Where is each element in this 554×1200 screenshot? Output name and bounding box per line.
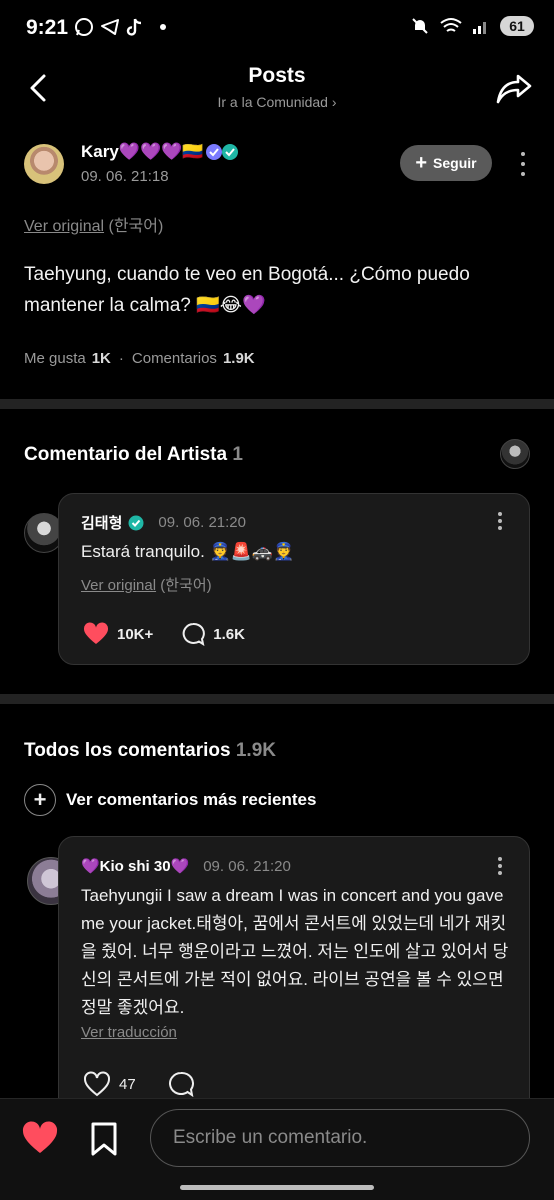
- battery-icon: 61: [500, 16, 534, 36]
- plus-icon: +: [415, 152, 428, 174]
- original-language: (한국어): [108, 218, 164, 235]
- comment-more-icon[interactable]: [497, 857, 503, 875]
- signal-icon: [473, 22, 486, 34]
- artist-avatar-thumb[interactable]: [500, 439, 530, 469]
- view-original-link[interactable]: Ver original: [24, 218, 104, 235]
- artist-comment-header: 김태형 09. 06. 21:20: [81, 512, 246, 533]
- like-post-heart-icon[interactable]: [22, 1121, 58, 1155]
- artist-comment-card: 김태형 09. 06. 21:20 Estará tranquilo. 👮🚨🚓👮…: [58, 493, 530, 665]
- post-date: 09. 06. 21:18: [81, 168, 169, 185]
- bottom-comment-bar: [0, 1098, 554, 1200]
- dot-icon: [160, 24, 166, 30]
- user-comment-header: 💜Kio shi 30💜 09. 06. 21:20: [81, 857, 291, 876]
- post-view-original: Ver original (한국어): [24, 212, 163, 236]
- verified-check-icon: [128, 515, 144, 530]
- author-name-text: Kary💜💜💜🇨🇴: [81, 142, 204, 161]
- section-divider: [0, 399, 554, 409]
- stats-separator: ·: [118, 350, 124, 367]
- artist-reply-count: 1.6K: [213, 625, 245, 643]
- user-comment-text: Taehyungii I saw a dream I was in concer…: [81, 886, 509, 1017]
- tiktok-icon: [126, 18, 142, 36]
- user-like-count: 47: [119, 1075, 136, 1093]
- go-to-community-link[interactable]: Ir a la Comunidad ›: [0, 94, 554, 110]
- reply-bubble-icon[interactable]: [168, 1071, 194, 1097]
- artist-view-original: Ver original (한국어): [81, 574, 212, 595]
- see-recent-label: Ver comentarios más recientes: [66, 790, 317, 809]
- artist-name[interactable]: 김태형: [81, 512, 122, 533]
- page-title: Posts: [248, 64, 306, 87]
- follow-button[interactable]: + Seguir: [400, 145, 492, 181]
- view-translation-link[interactable]: Ver traducción: [81, 1024, 177, 1041]
- user-comment-actions: 47: [83, 1071, 194, 1097]
- plus-circle-icon: +: [24, 784, 56, 816]
- mute-icon: [412, 18, 428, 34]
- share-icon[interactable]: [494, 70, 534, 106]
- section-divider: [0, 694, 554, 704]
- post-stats: Me gusta 1K · Comentarios 1.9K: [24, 350, 255, 367]
- user-comment-card: 💜Kio shi 30💜 09. 06. 21:20 Taehyungii I …: [58, 836, 530, 1126]
- telegram-icon: [101, 19, 119, 35]
- all-comments-title: Todos los comentarios: [24, 740, 231, 761]
- artist-comment-text: Estará tranquilo. 👮🚨🚓👮: [81, 542, 295, 561]
- see-recent-comments-button[interactable]: + Ver comentarios más recientes: [24, 784, 316, 816]
- author-avatar[interactable]: [24, 144, 64, 184]
- follow-label: Seguir: [433, 155, 477, 171]
- status-system-icons: 61: [410, 16, 534, 36]
- home-indicator[interactable]: [180, 1185, 374, 1190]
- author-name[interactable]: Kary💜💜💜🇨🇴: [81, 142, 239, 162]
- wifi-icon: [440, 18, 462, 32]
- likes-label: Me gusta: [24, 350, 86, 367]
- bookmark-icon[interactable]: [88, 1121, 120, 1157]
- artist-original-language: (한국어): [160, 577, 212, 594]
- translate-link-wrap: Ver traducción: [81, 1024, 177, 1041]
- status-bar: 9:21 61: [0, 0, 554, 58]
- artist-comment-heading: Comentario del Artista 1: [24, 444, 243, 466]
- artist-view-original-link[interactable]: Ver original: [81, 577, 156, 594]
- all-comments-count: 1.9K: [235, 740, 276, 761]
- user-comment-date: 09. 06. 21:20: [203, 857, 291, 875]
- artist-comment-count: 1: [232, 444, 243, 465]
- status-app-icons: [74, 17, 166, 37]
- artist-like-count: 10K+: [117, 625, 154, 643]
- status-time: 9:21: [26, 16, 69, 39]
- all-comments-heading: Todos los comentarios 1.9K: [24, 740, 276, 762]
- heart-outline-icon[interactable]: [83, 1071, 111, 1097]
- post-body: Taehyung, cuando te veo en Bogotá... ¿Có…: [24, 264, 470, 316]
- artist-comment-actions: 10K+ 1.6K: [83, 622, 245, 646]
- whatsapp-icon: [75, 18, 93, 36]
- comments-label: Comentarios: [131, 350, 217, 367]
- artist-comment-date: 09. 06. 21:20: [158, 514, 246, 531]
- post-author: Kary💜💜💜🇨🇴 09. 06. 21:18 + Seguir: [24, 142, 534, 190]
- user-name[interactable]: 💜Kio shi 30💜: [81, 857, 189, 875]
- comments-count: 1.9K: [222, 350, 255, 367]
- verified-badge-icon: [206, 144, 239, 160]
- artist-comment-title: Comentario del Artista: [24, 444, 228, 465]
- comment-more-icon[interactable]: [497, 512, 503, 530]
- app-header: Posts Ir a la Comunidad ›: [0, 58, 554, 128]
- likes-count: 1K: [91, 350, 111, 367]
- comment-input[interactable]: [150, 1109, 530, 1167]
- more-options-icon[interactable]: [520, 152, 526, 176]
- reply-bubble-icon[interactable]: [181, 622, 206, 646]
- heart-filled-icon[interactable]: [83, 622, 109, 646]
